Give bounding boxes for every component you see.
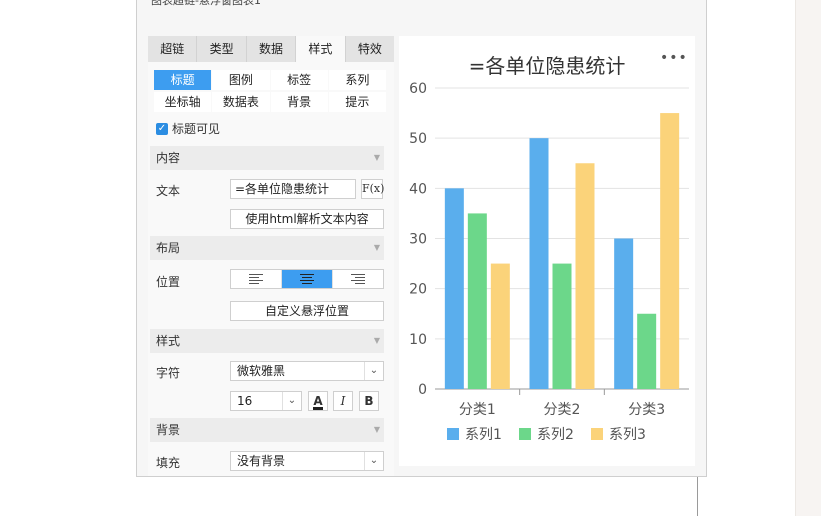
section-style-header[interactable]: 样式 ▼ xyxy=(150,329,384,353)
style-subtabs: 标题 图例 标签 系列 坐标轴 数据表 背景 提示 xyxy=(154,70,386,112)
tab-effects[interactable]: 特效 xyxy=(346,36,394,62)
bar-系列1-分类1 xyxy=(444,188,464,389)
font-family-select[interactable]: 微软雅黑 ⌄ xyxy=(230,361,384,381)
font-color-button[interactable]: A xyxy=(308,391,328,411)
bar-chart: 0 10 20 30 40 50 60 分类1 分类2 分类3 系列1 系列2 系列3 xyxy=(409,81,689,443)
alignment-group xyxy=(230,269,384,289)
chart-preview: =各单位隐患统计 ••• 0 10 20 30 40 50 60 分类1 分类2 分类3 系列1 系列… xyxy=(399,36,695,466)
y-tick-label: 50 xyxy=(409,131,427,147)
chart-hyperlink-dialog: 图表超链-悬浮窗图表1 超链 类型 数据 样式 特效 标题 图例 标签 系列 坐… xyxy=(136,0,707,477)
font-color-icon: A xyxy=(313,394,323,410)
fill-value: 没有背景 xyxy=(237,454,286,468)
font-family-value: 微软雅黑 xyxy=(237,364,286,378)
align-left-icon xyxy=(249,274,263,284)
x-tick-label: 分类3 xyxy=(628,402,665,418)
section-background-label: 背景 xyxy=(156,423,181,437)
align-center-button[interactable] xyxy=(282,270,333,288)
html-parse-button[interactable]: 使用html解析文本内容 xyxy=(230,209,384,229)
align-center-icon xyxy=(300,274,314,284)
main-tabs: 超链 类型 数据 样式 特效 xyxy=(148,36,394,62)
section-layout-label: 布局 xyxy=(156,241,181,255)
legend-swatch xyxy=(591,428,603,440)
font-size-select[interactable]: 16 ⌄ xyxy=(230,391,302,411)
x-tick-label: 分类1 xyxy=(459,402,496,418)
legend-label: 系列3 xyxy=(609,427,646,443)
position-label: 位置 xyxy=(156,275,181,289)
section-layout-header[interactable]: 布局 ▼ xyxy=(150,236,384,260)
dialog-title: 图表超链-悬浮窗图表1 xyxy=(151,0,261,7)
section-content-label: 内容 xyxy=(156,151,181,165)
subtab-axis[interactable]: 坐标轴 xyxy=(154,92,212,112)
bar-系列3-分类1 xyxy=(490,263,510,389)
y-tick-label: 0 xyxy=(418,382,427,398)
chevron-down-icon: ⌄ xyxy=(282,392,301,410)
fill-label: 填充 xyxy=(156,456,181,470)
bar-系列2-分类1 xyxy=(467,213,487,389)
legend-swatch xyxy=(519,428,531,440)
align-right-button[interactable] xyxy=(333,270,383,288)
title-visible-label: 标题可见 xyxy=(172,122,221,136)
collapse-arrow-icon: ▼ xyxy=(373,336,380,345)
collapse-arrow-icon: ▼ xyxy=(373,425,380,434)
legend-label: 系列1 xyxy=(465,427,502,443)
subtab-tooltip[interactable]: 提示 xyxy=(328,92,386,112)
legend-label: 系列2 xyxy=(537,427,574,443)
tab-data[interactable]: 数据 xyxy=(247,36,297,62)
x-tick-label: 分类2 xyxy=(544,402,581,418)
bold-button[interactable]: B xyxy=(359,391,379,411)
settings-panel: 超链 类型 数据 样式 特效 标题 图例 标签 系列 坐标轴 数据表 背景 提示… xyxy=(148,36,394,476)
bar-系列3-分类2 xyxy=(575,163,595,389)
bar-系列2-分类2 xyxy=(552,263,572,389)
formula-button[interactable]: F(x) xyxy=(361,179,384,199)
y-tick-label: 20 xyxy=(409,282,427,298)
legend-swatch xyxy=(447,428,459,440)
subtab-label[interactable]: 标签 xyxy=(270,70,328,90)
section-content-header[interactable]: 内容 ▼ xyxy=(150,146,384,170)
title-text-input[interactable]: =各单位隐患统计 xyxy=(230,179,356,199)
subtab-title[interactable]: 标题 xyxy=(154,70,212,90)
tab-type[interactable]: 类型 xyxy=(197,36,247,62)
align-right-icon xyxy=(351,274,365,284)
bar-系列2-分类3 xyxy=(637,313,657,389)
custom-float-position-button[interactable]: 自定义悬浮位置 xyxy=(230,301,384,321)
subtab-legend[interactable]: 图例 xyxy=(212,70,270,90)
bar-系列3-分类3 xyxy=(660,113,680,389)
subtab-background[interactable]: 背景 xyxy=(270,92,328,112)
right-side-strip xyxy=(795,0,821,516)
y-tick-label: 30 xyxy=(409,232,427,248)
section-style-label: 样式 xyxy=(156,334,181,348)
collapse-arrow-icon: ▼ xyxy=(373,243,380,252)
fill-select[interactable]: 没有背景 ⌄ xyxy=(230,451,384,471)
text-label: 文本 xyxy=(156,184,181,198)
y-tick-label: 10 xyxy=(409,332,427,348)
chevron-down-icon: ⌄ xyxy=(364,452,383,470)
font-size-value: 16 xyxy=(237,394,253,408)
y-tick-label: 40 xyxy=(409,181,427,197)
y-tick-label: 60 xyxy=(409,81,427,97)
collapse-arrow-icon: ▼ xyxy=(373,153,380,162)
tab-style[interactable]: 样式 xyxy=(296,36,346,62)
font-label: 字符 xyxy=(156,366,181,380)
title-visible-checkbox[interactable]: ✓ 标题可见 xyxy=(156,120,220,137)
divider-line xyxy=(697,476,698,516)
subtab-datatable[interactable]: 数据表 xyxy=(212,92,270,112)
tab-hyperlink[interactable]: 超链 xyxy=(148,36,198,62)
section-background-header[interactable]: 背景 ▼ xyxy=(150,418,384,442)
bar-系列1-分类2 xyxy=(529,138,549,389)
align-left-button[interactable] xyxy=(231,270,282,288)
subtab-series[interactable]: 系列 xyxy=(328,70,386,90)
italic-button[interactable]: I xyxy=(333,391,353,411)
checkmark-icon: ✓ xyxy=(156,122,168,135)
chevron-down-icon: ⌄ xyxy=(364,362,383,380)
bar-系列1-分类3 xyxy=(614,238,634,389)
